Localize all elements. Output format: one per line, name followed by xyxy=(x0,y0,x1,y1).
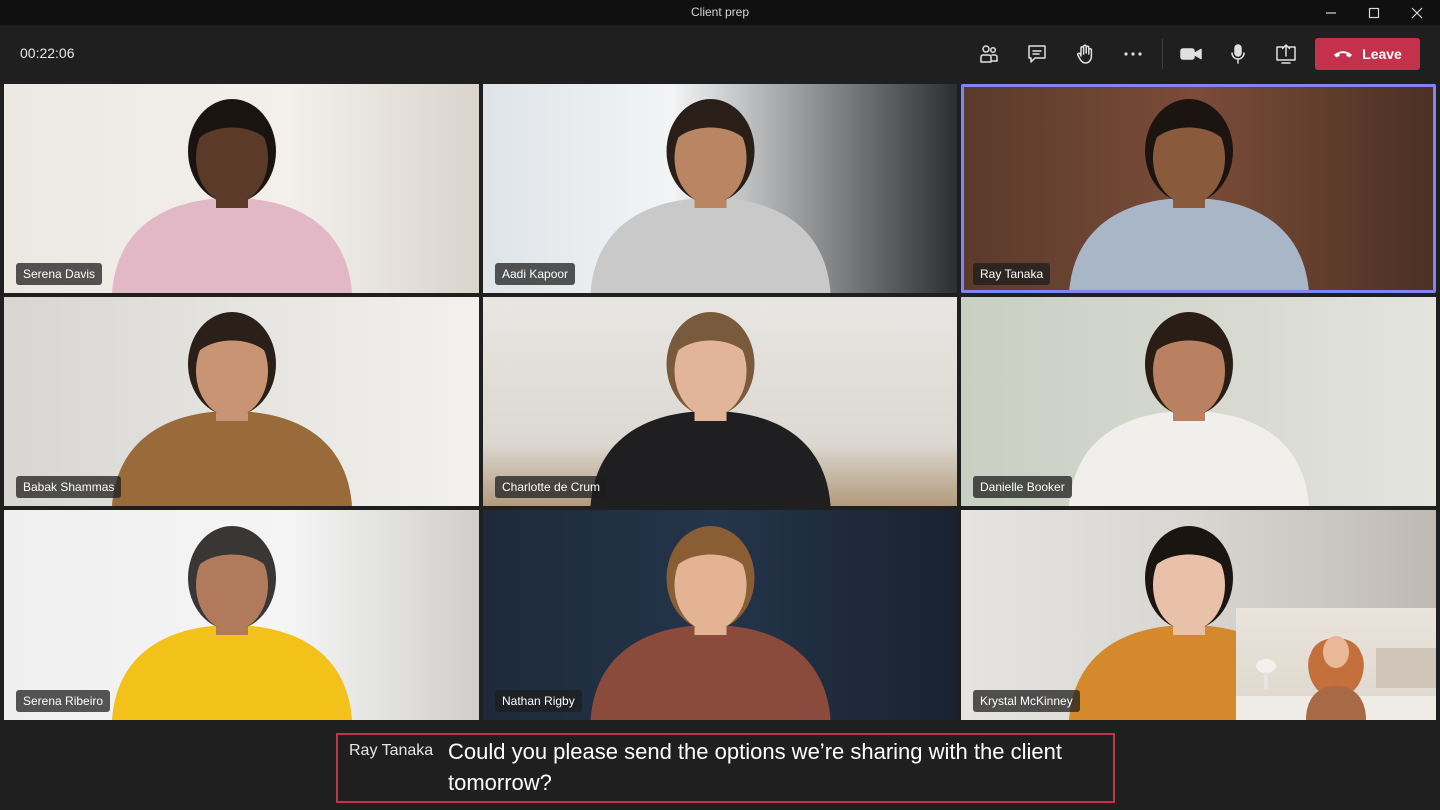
meeting-timer: 00:22:06 xyxy=(20,45,75,61)
active-speaker-border xyxy=(961,84,1436,293)
participant-name: Danielle Booker xyxy=(973,476,1072,498)
participant-tile[interactable]: Babak Shammas xyxy=(4,297,479,506)
participant-tile[interactable]: Ray Tanaka xyxy=(961,84,1436,293)
share-screen-button[interactable] xyxy=(1270,38,1302,70)
camera-button[interactable] xyxy=(1175,38,1207,70)
leave-button[interactable]: Leave xyxy=(1315,38,1420,70)
participant-video xyxy=(1069,312,1309,506)
self-video-person xyxy=(1236,636,1436,720)
share-screen-icon xyxy=(1276,44,1296,64)
more-icon xyxy=(1124,52,1142,56)
meeting-toolbar: 00:22:06 Leave xyxy=(0,25,1440,82)
participant-name: Krystal McKinney xyxy=(973,690,1080,712)
participant-tile[interactable]: Charlotte de Crum xyxy=(483,297,957,506)
participant-name: Charlotte de Crum xyxy=(495,476,608,498)
minimize-button[interactable] xyxy=(1308,0,1354,25)
participant-tile[interactable]: Nathan Rigby xyxy=(483,510,957,720)
participant-name: Nathan Rigby xyxy=(495,690,582,712)
caption-speaker: Ray Tanaka xyxy=(349,742,434,759)
toolbar-divider xyxy=(1162,39,1163,69)
participant-video xyxy=(112,99,352,293)
maximize-icon xyxy=(1368,7,1380,18)
raise-hand-button[interactable] xyxy=(1069,38,1101,70)
microphone-button[interactable] xyxy=(1222,38,1254,70)
people-icon xyxy=(980,45,998,63)
self-video-preview[interactable] xyxy=(1236,608,1436,720)
minimize-icon xyxy=(1326,11,1336,14)
leave-label: Leave xyxy=(1362,46,1402,62)
participant-video xyxy=(590,99,831,293)
title-bar: Client prep xyxy=(0,0,1440,25)
participant-tile[interactable]: Serena Ribeiro xyxy=(4,510,479,720)
live-caption: Ray Tanaka Could you please send the opt… xyxy=(336,733,1115,803)
participant-video xyxy=(590,526,831,720)
more-options-button[interactable] xyxy=(1117,38,1149,70)
participants-button[interactable] xyxy=(973,38,1005,70)
chat-icon xyxy=(1028,45,1046,63)
close-button[interactable] xyxy=(1394,0,1440,25)
participant-video xyxy=(112,312,352,506)
participant-name: Serena Ribeiro xyxy=(16,690,111,712)
raise-hand-icon xyxy=(1077,44,1093,64)
participant-video xyxy=(112,526,352,720)
participant-name: Aadi Kapoor xyxy=(495,263,576,285)
window-title: Client prep xyxy=(690,5,750,19)
participant-video xyxy=(590,312,831,506)
phone-icon xyxy=(1334,51,1353,58)
participant-tile[interactable]: Danielle Booker xyxy=(961,297,1436,506)
close-icon xyxy=(1411,7,1423,18)
chat-button[interactable] xyxy=(1021,38,1053,70)
camera-icon xyxy=(1180,48,1202,60)
participant-tile[interactable]: Aadi Kapoor xyxy=(483,84,957,293)
caption-text: Could you please send the options we’re … xyxy=(448,739,1062,795)
participant-name: Babak Shammas xyxy=(16,476,122,498)
maximize-button[interactable] xyxy=(1351,0,1397,25)
participant-name: Serena Davis xyxy=(16,263,103,285)
participant-tile[interactable]: Serena Davis xyxy=(4,84,479,293)
microphone-icon xyxy=(1231,44,1245,64)
